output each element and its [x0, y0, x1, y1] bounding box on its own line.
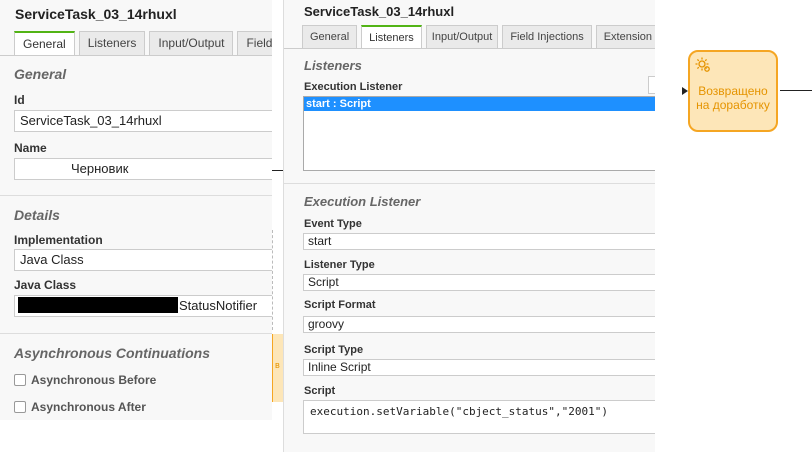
list-item[interactable]: start : Script: [304, 97, 655, 111]
tab-extensions[interactable]: Extension: [595, 25, 655, 49]
group-header-listeners: Listeners: [304, 58, 362, 73]
task-label: Возвращено на доработку: [696, 84, 770, 112]
tab-divider: [284, 48, 655, 49]
gear-icon: [694, 56, 714, 81]
tab-listeners[interactable]: Listeners: [361, 25, 422, 49]
task-fragment-text: в: [275, 360, 280, 370]
tab-listeners[interactable]: Listeners: [78, 31, 146, 55]
element-title: ServiceTask_03_14rhuxl: [304, 4, 455, 19]
execution-listener-list[interactable]: start : Script: [303, 96, 655, 171]
tab-general[interactable]: General: [302, 25, 358, 49]
group-header-execution-listener: Execution Listener: [304, 194, 421, 209]
tab-divider: [0, 55, 272, 56]
tab-general[interactable]: General: [14, 31, 75, 55]
service-task-node[interactable]: Возвращено на доработку: [688, 50, 778, 132]
tab-input-output[interactable]: Input/Output: [425, 25, 499, 49]
group-header-general: General: [14, 66, 67, 82]
implementation-label: Implementation: [14, 233, 103, 247]
listener-type-select[interactable]: Script: [303, 274, 655, 291]
name-label: Name: [14, 141, 47, 155]
script-format-input[interactable]: groovy: [303, 316, 655, 333]
script-type-select[interactable]: Inline Script: [303, 359, 655, 376]
properties-panel-listeners: ServiceTask_03_14rhuxl General Listeners…: [283, 0, 655, 452]
async-before-label: Asynchronous Before: [31, 373, 157, 387]
implementation-select[interactable]: Java Class: [14, 249, 272, 271]
async-after-label: Asynchronous After: [31, 400, 146, 414]
section-divider: [284, 183, 655, 184]
script-label: Script: [304, 385, 336, 397]
element-title: ServiceTask_03_14rhuxl: [15, 6, 177, 22]
async-after-row[interactable]: Asynchronous After: [14, 400, 146, 414]
name-input[interactable]: Черновик: [14, 158, 272, 180]
execution-listener-label: Execution Listener: [304, 81, 403, 93]
script-textarea[interactable]: execution.setVariable("cbject_status","2…: [303, 400, 655, 434]
async-before-checkbox[interactable]: [14, 374, 26, 386]
group-header-details: Details: [14, 207, 60, 223]
section-divider: [0, 333, 272, 334]
listener-type-label: Listener Type: [304, 259, 375, 271]
add-listener-button[interactable]: [648, 76, 655, 94]
group-header-async: Asynchronous Continuations: [14, 345, 210, 361]
event-type-label: Event Type: [304, 218, 362, 230]
task-fragment: в: [272, 334, 283, 402]
sequence-flow-fragment: [272, 170, 283, 171]
tab-input-output[interactable]: Input/Output: [149, 31, 234, 55]
section-divider: [0, 195, 272, 196]
script-format-label: Script Format: [304, 299, 376, 311]
id-input[interactable]: ServiceTask_03_14rhuxl: [14, 110, 272, 132]
tab-bar: General Listeners Input/Output Field I: [14, 31, 272, 55]
dashed-edge: [272, 230, 283, 330]
diagram-canvas[interactable]: Возвращено на доработку: [655, 0, 812, 452]
tab-field-injections[interactable]: Field Injections: [502, 25, 592, 49]
event-type-select[interactable]: start: [303, 233, 655, 250]
async-after-checkbox[interactable]: [14, 401, 26, 413]
async-before-row[interactable]: Asynchronous Before: [14, 373, 156, 387]
tab-bar: General Listeners Input/Output Field Inj…: [302, 25, 655, 49]
outgoing-flow: [780, 90, 812, 91]
properties-panel-left: ServiceTask_03_14rhuxl General Listeners…: [0, 0, 272, 420]
script-type-label: Script Type: [304, 344, 364, 356]
redacted-region: [18, 297, 178, 313]
java-class-label: Java Class: [14, 278, 77, 292]
id-label: Id: [14, 93, 25, 107]
tab-field-injections[interactable]: Field I: [237, 31, 272, 55]
